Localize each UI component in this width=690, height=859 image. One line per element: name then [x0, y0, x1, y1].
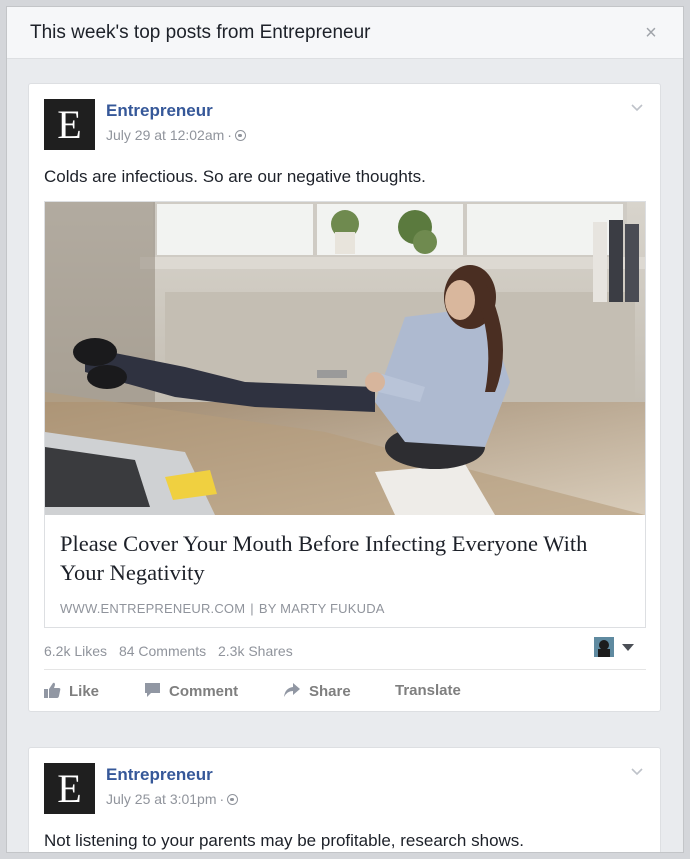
link-attachment[interactable]: Please Cover Your Mouth Before Infecting…: [44, 201, 646, 628]
thumbs-up-icon: [44, 682, 61, 698]
post-text: Not listening to your parents may be pro…: [44, 831, 525, 850]
post-meta: July 29 at 12:02am ·: [106, 127, 246, 143]
post-text: Colds are infectious. So are our negativ…: [44, 167, 426, 186]
avatar-icon: [594, 637, 614, 657]
shares-count[interactable]: 2.3k Shares: [218, 643, 293, 659]
comments-count[interactable]: 84 Comments: [119, 643, 206, 659]
link-source: WWW.ENTREPRENEUR.COM | BY MARTY FUKUDA: [60, 601, 385, 616]
dialog-header: This week's top posts from Entrepreneur …: [7, 7, 683, 59]
close-icon[interactable]: ×: [641, 22, 661, 44]
action-bar: Like Comment Share Translate: [44, 669, 646, 712]
likes-count[interactable]: 6.2k Likes: [44, 643, 107, 659]
page-logo[interactable]: E: [44, 99, 95, 150]
link-title[interactable]: Please Cover Your Mouth Before Infecting…: [60, 529, 630, 587]
chevron-down-icon[interactable]: [631, 101, 643, 113]
post-card: E Entrepreneur July 25 at 3:01pm · Not li…: [28, 747, 661, 852]
link-divider: |: [250, 601, 254, 616]
page-logo[interactable]: E: [44, 763, 95, 814]
article-photo[interactable]: [45, 202, 645, 515]
post-date-link[interactable]: July 25 at 3:01pm: [106, 791, 217, 807]
post-card: E Entrepreneur July 29 at 12:02am · Colds…: [28, 83, 661, 712]
chevron-down-icon[interactable]: [631, 765, 643, 777]
globe-icon: [227, 794, 239, 805]
meta-separator: ·: [227, 127, 232, 143]
like-label: Like: [69, 683, 100, 700]
meta-separator: ·: [219, 791, 225, 807]
link-preview[interactable]: Please Cover Your Mouth Before Infecting…: [45, 515, 645, 627]
post-meta: July 25 at 3:01pm ·: [106, 791, 239, 807]
share-button[interactable]: Share: [283, 682, 351, 700]
translate-button[interactable]: Translate: [395, 682, 461, 699]
globe-icon: [234, 130, 246, 141]
comment-label: Comment: [169, 683, 239, 700]
comment-button[interactable]: Comment: [144, 682, 238, 700]
page-name-link[interactable]: Entrepreneur: [106, 101, 213, 121]
comment-bubble-icon: [145, 683, 160, 697]
link-byline: BY MARTY FUKUDA: [258, 601, 385, 616]
share-label: Share: [309, 683, 351, 700]
page-name-link[interactable]: Entrepreneur: [106, 765, 213, 785]
caret-down-icon[interactable]: [622, 644, 634, 651]
dialog-title: This week's top posts from Entrepreneur: [30, 22, 371, 43]
link-domain: WWW.ENTREPRENEUR.COM: [60, 601, 246, 616]
article-photo-illustration: [45, 202, 645, 515]
post-date-link[interactable]: July 29 at 12:02am: [106, 127, 224, 143]
like-button[interactable]: Like: [44, 682, 99, 700]
engagement-stats: 6.2k Likes 84 Comments 2.3k Shares: [44, 643, 301, 659]
share-arrow-icon: [284, 683, 300, 697]
avatar[interactable]: [594, 637, 614, 657]
top-posts-dialog: This week's top posts from Entrepreneur …: [7, 7, 683, 852]
